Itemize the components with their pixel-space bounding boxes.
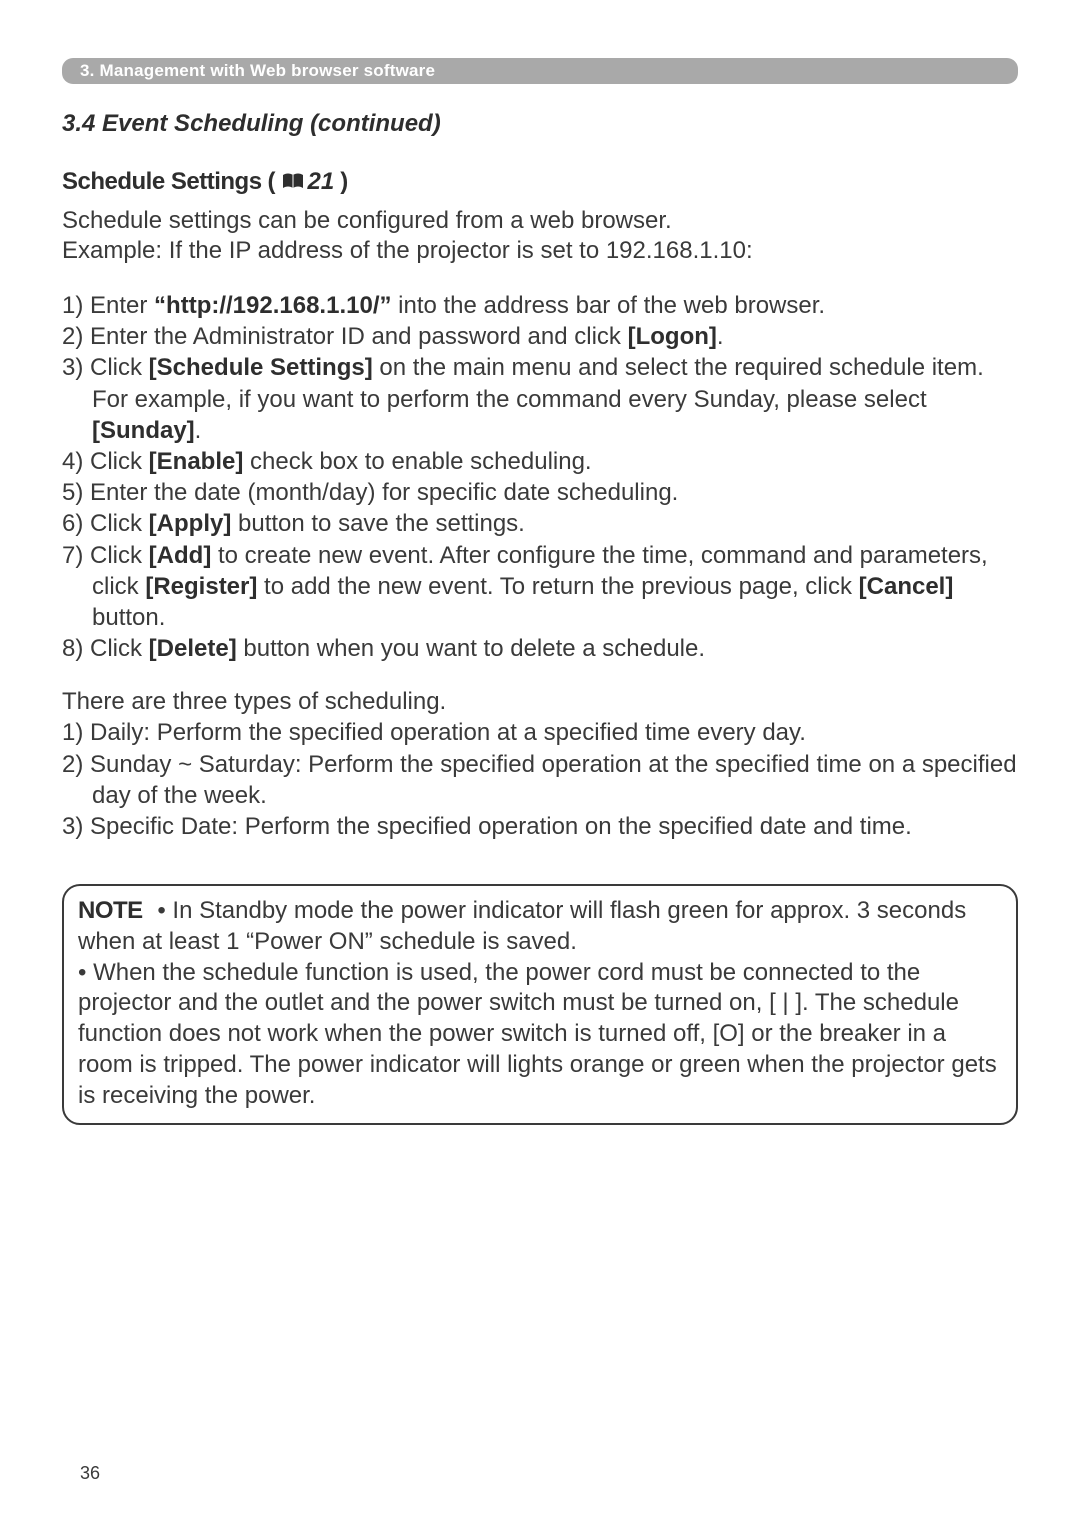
type-3: 3) Specific Date: Perform the specified …	[62, 811, 1018, 842]
page-number: 36	[80, 1463, 100, 1484]
step-8: 8) Click [Delete] button when you want t…	[62, 633, 1018, 664]
step-6: 6) Click [Apply] button to save the sett…	[62, 508, 1018, 539]
type-2: 2) Sunday ~ Saturday: Perform the specif…	[62, 749, 1018, 811]
chapter-bar: 3. Management with Web browser software	[62, 58, 1018, 84]
intro-text: Schedule settings can be configured from…	[62, 206, 1018, 266]
step-3: 3) Click [Schedule Settings] on the main…	[62, 352, 1018, 446]
sub-heading-text: Schedule Settings	[62, 168, 262, 196]
step-7: 7) Click [Add] to create new event. Afte…	[62, 540, 1018, 634]
sub-heading: Schedule Settings ( 21 )	[62, 168, 1018, 196]
paren-open: (	[268, 168, 276, 196]
note-body: • In Standby mode the power indicator wi…	[78, 897, 997, 1108]
reference-number: 21	[308, 168, 335, 196]
paren-close: )	[340, 168, 348, 196]
intro-line-2: Example: If the IP address of the projec…	[62, 236, 1018, 266]
section-title: 3.4 Event Scheduling (continued)	[62, 110, 1018, 138]
step-4: 4) Click [Enable] check box to enable sc…	[62, 446, 1018, 477]
chapter-title: 3. Management with Web browser software	[80, 61, 435, 81]
types-intro: There are three types of scheduling.	[62, 686, 1018, 717]
book-icon	[282, 173, 304, 191]
types-list: 1) Daily: Perform the specified operatio…	[62, 717, 1018, 842]
intro-line-1: Schedule settings can be configured from…	[62, 206, 1018, 236]
steps-list: 1) Enter “http://192.168.1.10/” into the…	[62, 290, 1018, 664]
step-5: 5) Enter the date (month/day) for specif…	[62, 477, 1018, 508]
type-1: 1) Daily: Perform the specified operatio…	[62, 717, 1018, 748]
note-label: NOTE	[78, 897, 143, 924]
step-2: 2) Enter the Administrator ID and passwo…	[62, 321, 1018, 352]
document-page: 3. Management with Web browser software …	[0, 0, 1080, 1125]
note-box: NOTE • In Standby mode the power indicat…	[62, 884, 1018, 1125]
step-1: 1) Enter “http://192.168.1.10/” into the…	[62, 290, 1018, 321]
